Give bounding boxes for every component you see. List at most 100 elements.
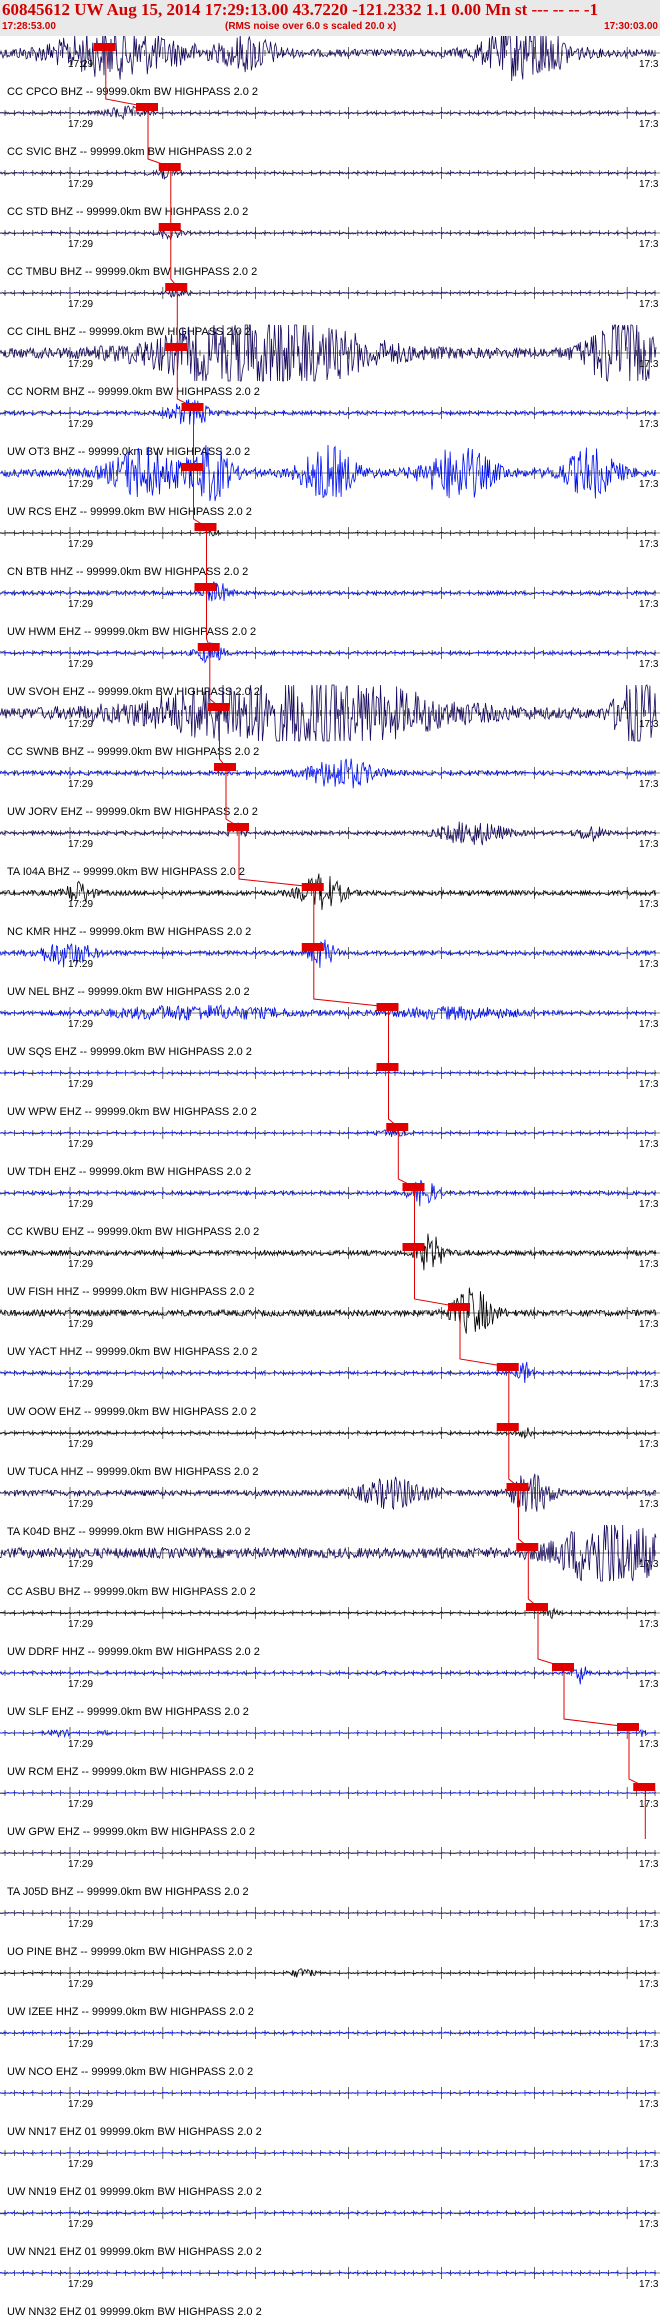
pick-marker [552, 1663, 574, 1671]
pick-marker [194, 583, 217, 591]
trace-row: 17:29 17:3 UW NN17 EHZ 01 99999.0km BW HIG… [0, 2087, 660, 2138]
trace-row: 17:29 17:3 CC KWBU EHZ -- 99999.0km BW HIG… [0, 1179, 660, 1238]
waveform [0, 2091, 657, 2095]
station-label: UW TDH EHZ -- 99999.0km BW HIGHPASS 2.0 … [7, 1166, 251, 1178]
time-label-right: 17:3 [639, 359, 659, 370]
time-label-right: 17:3 [639, 59, 659, 70]
trace-row: 17:29 17:3 UO PINE BHZ -- 99999.0km BW HIG… [0, 1907, 660, 1958]
trace-row: 17:29 17:3 UW WPW EHZ -- 99999.0km BW HIGH… [0, 1067, 660, 1118]
time-label: 17:29 [68, 899, 93, 910]
station-label: CC KWBU EHZ -- 99999.0km BW HIGHPASS 2.0… [7, 1226, 259, 1238]
station-label: CC SVIC BHZ -- 99999.0km BW HIGHPASS 2.0… [7, 146, 252, 158]
time-label: 17:29 [68, 1139, 93, 1150]
time-label: 17:29 [68, 479, 93, 490]
time-label-right: 17:3 [639, 2279, 659, 2290]
time-label-right: 17:3 [639, 1439, 659, 1450]
time-label-right: 17:3 [639, 539, 659, 550]
time-label-right: 17:3 [639, 1259, 659, 1270]
time-label: 17:29 [68, 1979, 93, 1990]
time-label-right: 17:3 [639, 299, 659, 310]
trace-row: 17:29 17:3 NC KMR HHZ -- 99999.0km BW HIGH… [0, 873, 660, 938]
time-label: 17:29 [68, 1439, 93, 1450]
time-label: 17:29 [68, 719, 93, 730]
time-label: 17:29 [68, 419, 93, 430]
time-label-right: 17:3 [639, 119, 659, 130]
station-label: CC SWNB BHZ -- 99999.0km BW HIGHPASS 2.0… [7, 746, 259, 758]
time-label-right: 17:3 [639, 899, 659, 910]
time-label-right: 17:3 [639, 1079, 659, 1090]
station-label: UO PINE BHZ -- 99999.0km BW HIGHPASS 2.0… [7, 1946, 253, 1958]
start-time: 17:28:53.00 [2, 21, 56, 32]
station-label: TA K04D BHZ -- 99999.0km BW HIGHPASS 2.0… [7, 1526, 251, 1538]
rms-note: (RMS noise over 6.0 s scaled 20.0 x) [225, 21, 397, 32]
time-label-right: 17:3 [639, 2039, 659, 2050]
time-label-right: 17:3 [639, 179, 659, 190]
time-label: 17:29 [68, 539, 93, 550]
waveform [0, 1607, 657, 1620]
waveform [0, 36, 657, 82]
time-label-right: 17:3 [639, 1319, 659, 1330]
waveform [0, 758, 657, 789]
time-label: 17:29 [68, 1559, 93, 1570]
time-label: 17:29 [68, 2099, 93, 2110]
waveform [0, 1728, 657, 1739]
trace-row: 17:29 17:3 UW NEL BHZ -- 99999.0km BW HIGH… [0, 939, 660, 998]
waveform [0, 641, 657, 664]
time-label: 17:29 [68, 239, 93, 250]
pick-marker [136, 103, 158, 111]
time-label: 17:29 [68, 1619, 93, 1630]
pick-marker [158, 163, 181, 171]
time-label: 17:29 [68, 1799, 93, 1810]
station-label: CC STD BHZ -- 99999.0km BW HIGHPASS 2.0 … [7, 206, 248, 218]
pick-marker [214, 763, 236, 771]
time-label-right: 17:3 [639, 1979, 659, 1990]
pick-marker [194, 523, 217, 531]
trace-row: 17:29 17:3 UW SVOH EHZ -- 99999.0km BW HIG… [0, 641, 660, 698]
pick-marker [181, 403, 204, 411]
trace-row: 17:29 17:3 UW NN19 EHZ 01 99999.0km BW HIG… [0, 2147, 660, 2198]
station-label: UW RCS EHZ -- 99999.0km BW HIGHPASS 2.0 … [7, 506, 252, 518]
time-label-right: 17:3 [639, 1019, 659, 1030]
trace-row: 17:29 17:3 TA K04D BHZ -- 99999.0km BW HIG… [0, 1473, 660, 1538]
time-label-right: 17:3 [639, 779, 659, 790]
pick-marker [496, 1363, 519, 1371]
station-label: CN BTB HHZ -- 99999.0km BW HIGHPASS 2.0 … [7, 566, 248, 578]
time-label-right: 17:3 [639, 1679, 659, 1690]
trace-row: 17:29 17:3CC CIHL BHZ -- 99999.0km BW HIG… [0, 287, 660, 338]
station-label: UW SLF EHZ -- 99999.0km BW HIGHPASS 2.0 … [7, 1706, 249, 1718]
trace-row: 17:29 17:3 TA I04A BHZ -- 99999.0km BW HIG… [0, 821, 660, 878]
time-label-right: 17:3 [639, 1799, 659, 1810]
station-label: UW GPW EHZ -- 99999.0km BW HIGHPASS 2.0 … [7, 1826, 255, 1838]
pick-marker [197, 643, 220, 651]
trace-row: 17:29 17:3 UW GPW EHZ -- 99999.0km BW HIGH… [0, 1787, 660, 1838]
station-label: UW NN32 EHZ 01 99999.0km BW HIGHPASS 2.0… [7, 2306, 262, 2318]
waveform [0, 2031, 657, 2035]
waveform [0, 1851, 657, 1855]
time-label: 17:29 [68, 1199, 93, 1210]
pick-marker [526, 1603, 548, 1611]
time-label-right: 17:3 [639, 2219, 659, 2230]
station-label: TA I04A BHZ -- 99999.0km BW HIGHPASS 2.0… [7, 866, 245, 878]
pick-marker [617, 1723, 639, 1731]
time-label: 17:29 [68, 1079, 93, 1090]
trace-row: 17:29 17:3 UW SLF EHZ -- 99999.0km BW HIGH… [0, 1666, 660, 1718]
event-title: 60845612 UW Aug 15, 2014 17:29:13.00 43.… [2, 0, 599, 19]
time-label: 17:29 [68, 299, 93, 310]
waveform [0, 1004, 657, 1022]
waveform [0, 530, 657, 537]
station-label: UW TUCA HHZ -- 99999.0km BW HIGHPASS 2.0… [7, 1466, 258, 1478]
time-label: 17:29 [68, 659, 93, 670]
pick-marker [301, 943, 324, 951]
station-label: UW WPW EHZ -- 99999.0km BW HIGHPASS 2.0 … [7, 1106, 257, 1118]
station-label: CC CPCO BHZ -- 99999.0km BW HIGHPASS 2.0… [7, 86, 258, 98]
time-label-right: 17:3 [639, 1139, 659, 1150]
station-label: CC NORM BHZ -- 99999.0km BW HIGHPASS 2.0… [7, 386, 260, 398]
time-label: 17:29 [68, 59, 93, 70]
trace-row: 17:29 17:3 UW OOW EHZ -- 99999.0km BW HIGH… [0, 1361, 660, 1418]
time-label-right: 17:3 [639, 1619, 659, 1630]
time-label-right: 17:3 [639, 2099, 659, 2110]
time-label: 17:29 [68, 1379, 93, 1390]
station-label: UW DDRF HHZ -- 99999.0km BW HIGHPASS 2.0… [7, 1646, 260, 1658]
pick-marker [633, 1783, 656, 1791]
station-label: NC KMR HHZ -- 99999.0km BW HIGHPASS 2.0 … [7, 926, 251, 938]
